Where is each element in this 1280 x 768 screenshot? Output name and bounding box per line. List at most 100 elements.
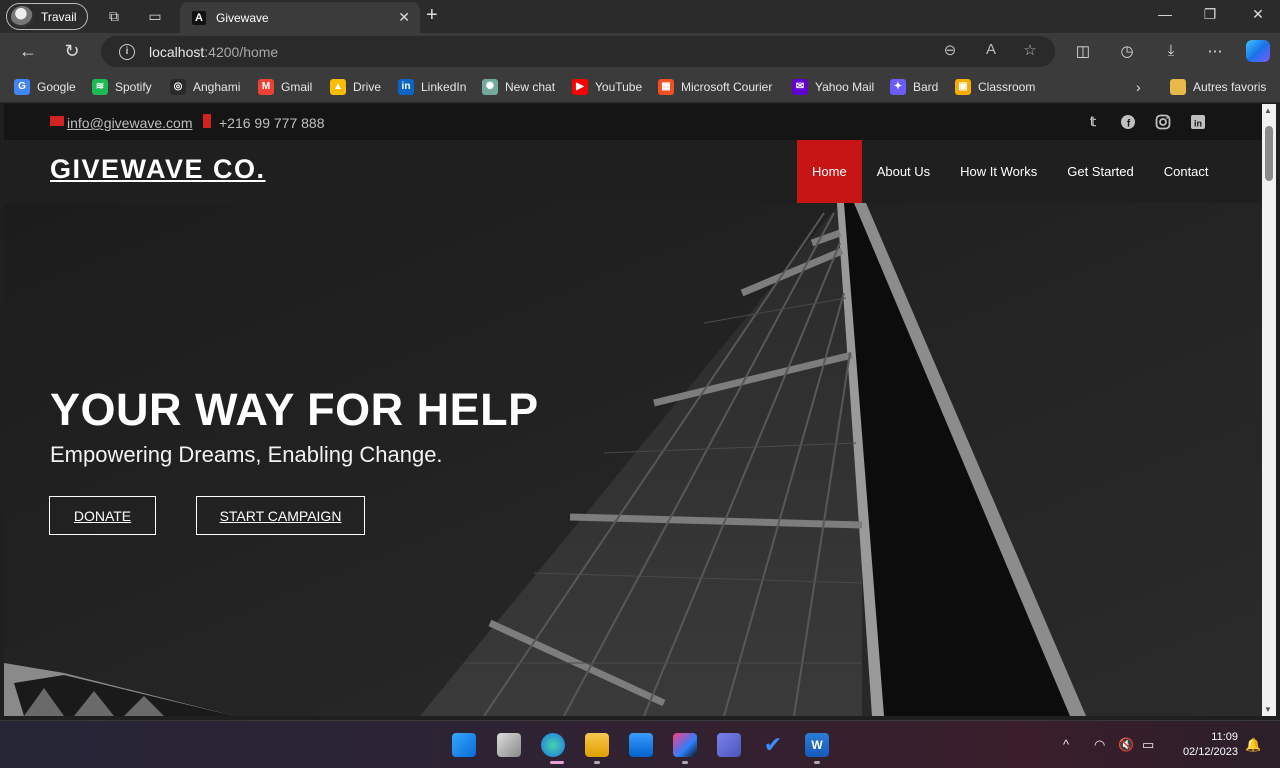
- windows-start-icon[interactable]: [452, 733, 476, 757]
- bookmark-label: YouTube: [595, 80, 643, 94]
- email-link[interactable]: info@givewave.com: [67, 115, 193, 131]
- bookmarks-overflow-chevron-icon[interactable]: ›: [1136, 78, 1141, 96]
- bookmark-gmail[interactable]: M Gmail: [258, 78, 312, 96]
- new-tab-icon[interactable]: +: [426, 4, 438, 27]
- task-view-icon[interactable]: [497, 733, 521, 757]
- bookmark-classroom[interactable]: ▣ Classroom: [955, 78, 1035, 96]
- workspaces-icon[interactable]: ⧉: [105, 7, 123, 25]
- linkedin-icon[interactable]: in: [1190, 114, 1206, 130]
- avatar: [11, 5, 33, 28]
- nav-item-contact[interactable]: Contact: [1149, 140, 1224, 203]
- classroom-icon: ▣: [955, 79, 971, 95]
- close-window-icon[interactable]: ✕: [1248, 6, 1268, 23]
- gmail-icon: M: [258, 79, 274, 95]
- nav-item-home[interactable]: Home: [797, 140, 862, 203]
- app-indicator: [594, 761, 600, 764]
- start-campaign-button[interactable]: START CAMPAIGN: [196, 496, 365, 535]
- bookmark-spotify[interactable]: ≋ Spotify: [92, 78, 152, 96]
- wifi-icon[interactable]: ◠: [1094, 737, 1105, 753]
- read-aloud-icon[interactable]: A: [981, 41, 1001, 58]
- word-icon[interactable]: W: [805, 733, 829, 757]
- nav-item-get-started[interactable]: Get Started: [1052, 140, 1148, 203]
- spotify-icon: ≋: [92, 79, 108, 95]
- show-hidden-icons-icon[interactable]: ^: [1063, 737, 1069, 752]
- svg-text:in: in: [1194, 119, 1202, 129]
- minimize-icon[interactable]: —: [1155, 6, 1175, 22]
- contact-topbar: info@givewave.com +216 99 777 888 𝕥 f in: [4, 104, 1262, 140]
- bookmark-google[interactable]: G Google: [14, 78, 76, 96]
- more-menu-icon[interactable]: ⋯: [1204, 42, 1226, 60]
- mail-icon[interactable]: [629, 733, 653, 757]
- volume-muted-icon[interactable]: 🔇: [1118, 737, 1134, 753]
- bookmark-bard[interactable]: ✦ Bard: [890, 78, 938, 96]
- zoom-icon[interactable]: ⊖: [940, 41, 960, 59]
- phone-number: +216 99 777 888: [219, 115, 325, 131]
- bookmark-drive[interactable]: ▲ Drive: [330, 78, 381, 96]
- bookmark-label: LinkedIn: [421, 80, 467, 94]
- bookmark-other-favorites[interactable]: Autres favoris: [1170, 78, 1266, 96]
- active-app-indicator: [550, 761, 564, 764]
- url-path: :4200/home: [204, 43, 279, 60]
- tab-actions-icon[interactable]: ▭: [146, 7, 164, 25]
- nav-item-about-us[interactable]: About Us: [862, 140, 945, 203]
- url-field[interactable]: i localhost:4200/home: [101, 36, 1055, 67]
- bookmark-youtube[interactable]: ▶ YouTube: [572, 78, 642, 96]
- linkedin-icon: in: [398, 79, 414, 95]
- facebook-icon[interactable]: f: [1120, 114, 1136, 130]
- file-explorer-icon[interactable]: [585, 733, 609, 757]
- youtube-icon: ▶: [572, 79, 588, 95]
- notifications-bell-icon[interactable]: 🔔: [1245, 737, 1261, 753]
- intellij-icon[interactable]: [673, 733, 697, 757]
- back-icon[interactable]: ←: [17, 41, 39, 62]
- hero-subtitle: Empowering Dreams, Enabling Change.: [50, 442, 443, 467]
- teams-icon[interactable]: [717, 733, 741, 757]
- drive-icon: ▲: [330, 79, 346, 95]
- downloads-icon[interactable]: ⤓: [1160, 42, 1182, 59]
- split-screen-icon[interactable]: ◫: [1072, 42, 1094, 60]
- copilot-icon[interactable]: [1246, 40, 1270, 62]
- bookmark-microsoft-courier[interactable]: ▦ Microsoft Courier: [658, 78, 772, 96]
- bookmark-label: Google: [37, 80, 76, 94]
- battery-icon[interactable]: ▭: [1142, 737, 1154, 753]
- close-tab-icon[interactable]: ✕: [398, 9, 410, 26]
- favorite-star-icon[interactable]: ☆: [1020, 41, 1040, 59]
- profile-button[interactable]: Travail: [6, 3, 88, 30]
- bookmark-anghami[interactable]: ◎ Anghami: [170, 78, 240, 96]
- clock-date: 02/12/2023: [1182, 746, 1238, 758]
- bookmark-yahoo-mail[interactable]: ✉ Yahoo Mail: [792, 78, 874, 96]
- bookmark-new-chat[interactable]: ✺ New chat: [482, 78, 555, 96]
- envelope-icon: [50, 116, 64, 126]
- site-info-icon[interactable]: i: [119, 43, 135, 60]
- donate-button[interactable]: DONATE: [49, 496, 156, 535]
- bookmark-label: Drive: [353, 80, 382, 94]
- app-indicator: [814, 761, 820, 764]
- bookmark-label: Classroom: [978, 80, 1036, 94]
- bookmark-label: Gmail: [281, 80, 313, 94]
- bookmark-linkedin[interactable]: in LinkedIn: [398, 78, 466, 96]
- twitter-icon[interactable]: 𝕥: [1085, 114, 1101, 130]
- folder-icon: [1170, 79, 1186, 95]
- edge-icon[interactable]: [541, 733, 565, 757]
- scroll-down-arrow-icon[interactable]: ▼: [1264, 705, 1272, 714]
- system-clock[interactable]: 11:09 02/12/2023: [1172, 730, 1238, 760]
- tab-givewave[interactable]: A Givewave ✕: [180, 2, 420, 33]
- site-header: GIVEWAVE CO. Home About Us How It Works Get…: [4, 140, 1262, 203]
- nav-item-how-it-works[interactable]: How It Works: [945, 140, 1052, 203]
- history-icon[interactable]: ◷: [1116, 42, 1138, 60]
- bookmark-label: Bard: [913, 80, 939, 94]
- restore-icon[interactable]: ❐: [1200, 6, 1220, 23]
- scroll-thumb[interactable]: [1265, 126, 1273, 181]
- hero-title: YOUR WAY FOR HELP: [50, 384, 539, 435]
- refresh-icon[interactable]: ↻: [61, 41, 83, 62]
- bookmark-label: Anghami: [193, 80, 241, 94]
- instagram-icon[interactable]: [1155, 114, 1171, 130]
- site-logo[interactable]: GIVEWAVE CO.: [50, 154, 266, 185]
- todo-icon[interactable]: ✔: [761, 733, 785, 757]
- bookmark-label: Spotify: [115, 80, 152, 94]
- clock-time: 11:09: [1211, 731, 1238, 743]
- scroll-up-arrow-icon[interactable]: ▲: [1264, 106, 1272, 115]
- page-scrollbar[interactable]: ▲ ▼: [1262, 104, 1276, 716]
- bookmark-label: New chat: [505, 80, 556, 94]
- profile-label: Travail: [41, 9, 77, 24]
- bookmark-label: Microsoft Courier: [681, 80, 773, 94]
